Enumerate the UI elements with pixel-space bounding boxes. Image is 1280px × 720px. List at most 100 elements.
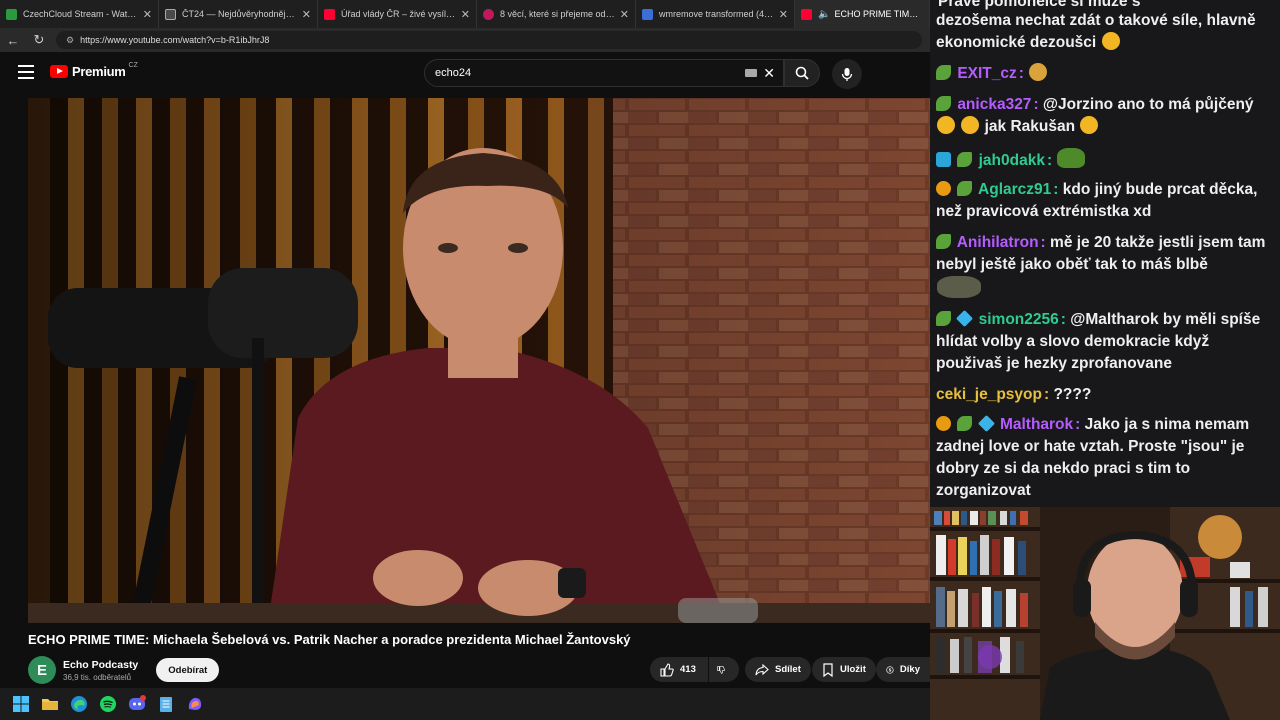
- chat-text: @Jorzino ano to má půjčený: [1042, 96, 1254, 113]
- chat-text: dezošema nechat zdát o takové síle, hlav…: [936, 12, 1256, 51]
- share-button[interactable]: Sdílet: [745, 657, 811, 682]
- url-field[interactable]: ⚙ https://www.youtube.com/watch?v=b-R1ib…: [56, 31, 922, 49]
- stream-chat: Právě pomohelce si může s dezošema necha…: [930, 0, 1280, 507]
- url-text: https://www.youtube.com/watch?v=b-R1ibJh…: [80, 35, 270, 45]
- video-player[interactable]: [28, 98, 930, 623]
- clear-search-icon[interactable]: ✕: [763, 65, 775, 82]
- tab-label: Úřad vlády ČR – živé vysílání - You: [341, 9, 457, 19]
- save-label: Uložit: [840, 664, 866, 675]
- tab-wmremove[interactable]: wmremove transformed (4) — Po ✕: [636, 0, 795, 28]
- search-icon: [795, 66, 809, 80]
- windows-start-icon[interactable]: [12, 695, 30, 713]
- address-bar: ← ↻ ⚙ https://www.youtube.com/watch?v=b-…: [0, 28, 930, 52]
- pepe-emote-icon: [1057, 148, 1086, 168]
- chat-text: ????: [1053, 386, 1092, 403]
- tab-ct24[interactable]: ČT24 — Nejdůvěryhodnější zprav ✕: [159, 0, 318, 28]
- tab-close-icon[interactable]: ✕: [779, 8, 788, 21]
- chat-message: ceki_je_psyop: ????: [936, 386, 1092, 403]
- grinning-emote-icon: [1029, 63, 1048, 81]
- hamburger-menu-icon[interactable]: [18, 65, 34, 79]
- green-badge-icon: [936, 65, 951, 80]
- green-badge-icon: [936, 311, 951, 326]
- search-button[interactable]: [784, 59, 820, 87]
- subscribe-button[interactable]: Odebírat: [156, 658, 220, 682]
- cube-badge-icon: [956, 310, 974, 327]
- thanks-button[interactable]: $ Díky: [876, 657, 930, 682]
- thumbs-down-icon: [717, 665, 725, 674]
- voice-search-button[interactable]: [832, 59, 862, 89]
- notepad-icon[interactable]: [157, 695, 175, 713]
- chat-username[interactable]: anicka327: [957, 96, 1031, 113]
- webcam-frame: [930, 507, 1280, 720]
- wmremove-favicon-icon: [642, 8, 653, 20]
- chat-message: dezošema nechat zdát o takové síle, hlav…: [936, 10, 1276, 54]
- chat-username[interactable]: jah0dakk: [979, 152, 1045, 169]
- czechcloud-favicon-icon: [6, 8, 17, 20]
- tab-label: ČT24 — Nejdůvěryhodnější zprav: [182, 9, 298, 19]
- share-icon: [755, 663, 769, 675]
- green-badge-icon: [936, 96, 951, 111]
- channel-row: E Echo Podcasty 36,9 tis. odběratelů Ode…: [28, 656, 220, 684]
- number-one-badge-icon: [936, 181, 951, 196]
- thumbs-up-icon: [660, 662, 674, 677]
- back-icon[interactable]: ←: [0, 33, 26, 48]
- tab-czechcloud[interactable]: CzechCloud Stream - Watch Live o ✕: [0, 0, 159, 28]
- keyboard-icon[interactable]: [745, 69, 757, 77]
- article-favicon-icon: [483, 8, 494, 20]
- chat-username[interactable]: Anihilatron: [957, 234, 1039, 251]
- tab-close-icon[interactable]: ✕: [302, 8, 311, 21]
- chat-message: Maltharok: Jako ja s nima nemam zadnej l…: [936, 415, 1250, 499]
- tab-close-icon[interactable]: ✕: [143, 8, 152, 21]
- chat-username[interactable]: Maltharok: [1000, 416, 1073, 433]
- channel-avatar[interactable]: E: [28, 656, 56, 684]
- chat-username[interactable]: simon2256: [979, 311, 1059, 328]
- tab-echo-prime-time[interactable]: 🔈 ECHO PRIME TIME: Micha: [795, 0, 930, 28]
- tab-close-icon[interactable]: ✕: [620, 8, 629, 21]
- streamer-webcam: [930, 507, 1280, 720]
- chat-text: Právě pomohelce si může s: [938, 0, 1141, 10]
- speaker-icon[interactable]: 🔈: [818, 9, 830, 20]
- discord-icon[interactable]: [128, 695, 146, 713]
- chat-message: Aglarcz91: kdo jiný bude prcat děcka, ne…: [936, 181, 1258, 220]
- chat-username[interactable]: EXIT_cz: [957, 65, 1016, 82]
- laughing-emote-icon: [1080, 116, 1099, 134]
- green-badge-icon: [957, 181, 973, 196]
- microphone-icon: [841, 67, 853, 81]
- file-explorer-icon[interactable]: [41, 695, 59, 713]
- chat-message: simon2256: @Maltharok by měli spíše hlíd…: [936, 310, 1261, 372]
- save-button[interactable]: Uložit: [812, 657, 876, 682]
- like-button[interactable]: 413: [650, 657, 708, 682]
- share-label: Sdílet: [775, 664, 801, 675]
- chat-message: EXIT_cz:: [936, 63, 1276, 85]
- chat-message: anicka327: @Jorzino ano to má půjčený ja…: [936, 94, 1276, 138]
- chat-username[interactable]: ceki_je_psyop: [936, 386, 1042, 403]
- youtube-premium-logo[interactable]: Premium CZ: [50, 62, 138, 79]
- reload-icon[interactable]: ↻: [26, 32, 52, 48]
- site-info-icon[interactable]: ⚙: [66, 35, 74, 46]
- spotify-icon[interactable]: [99, 695, 117, 713]
- tab-label: ECHO PRIME TIME: Micha: [834, 9, 923, 19]
- dislike-button[interactable]: [709, 657, 739, 682]
- tab-strip: CzechCloud Stream - Watch Live o ✕ ČT24 …: [0, 0, 930, 28]
- laughing-emote-icon: [1101, 32, 1120, 50]
- tab-close-icon[interactable]: ✕: [461, 8, 470, 21]
- channel-name[interactable]: Echo Podcasty: [63, 659, 138, 671]
- subscriber-count: 36,9 tis. odběratelů: [63, 672, 132, 682]
- youtube-favicon-icon: [324, 8, 335, 20]
- copilot-icon[interactable]: [186, 695, 204, 713]
- chat-message: jah0dakk:: [936, 148, 1276, 172]
- green-badge-icon: [936, 234, 951, 249]
- laughing-emote-icon: [937, 116, 955, 134]
- number-one-badge-icon: [936, 416, 951, 431]
- tab-label: wmremove transformed (4) — Po: [659, 9, 775, 19]
- tab-dlc[interactable]: 8 věcí, které si přejeme od DLC pr ✕: [477, 0, 636, 28]
- chat-username[interactable]: Aglarcz91: [978, 181, 1051, 198]
- screen: CzechCloud Stream - Watch Live o ✕ ČT24 …: [0, 0, 1280, 720]
- search-input[interactable]: echo24 ✕: [424, 59, 784, 87]
- tab-urad-vlady[interactable]: Úřad vlády ČR – živé vysílání - You ✕: [318, 0, 477, 28]
- super-thanks-icon: $: [886, 665, 894, 674]
- like-count: 413: [680, 664, 696, 675]
- tab-label: 8 věcí, které si přejeme od DLC pr: [500, 9, 616, 19]
- channel-info: Echo Podcasty 36,9 tis. odběratelů: [63, 659, 138, 682]
- edge-browser-icon[interactable]: [70, 695, 88, 713]
